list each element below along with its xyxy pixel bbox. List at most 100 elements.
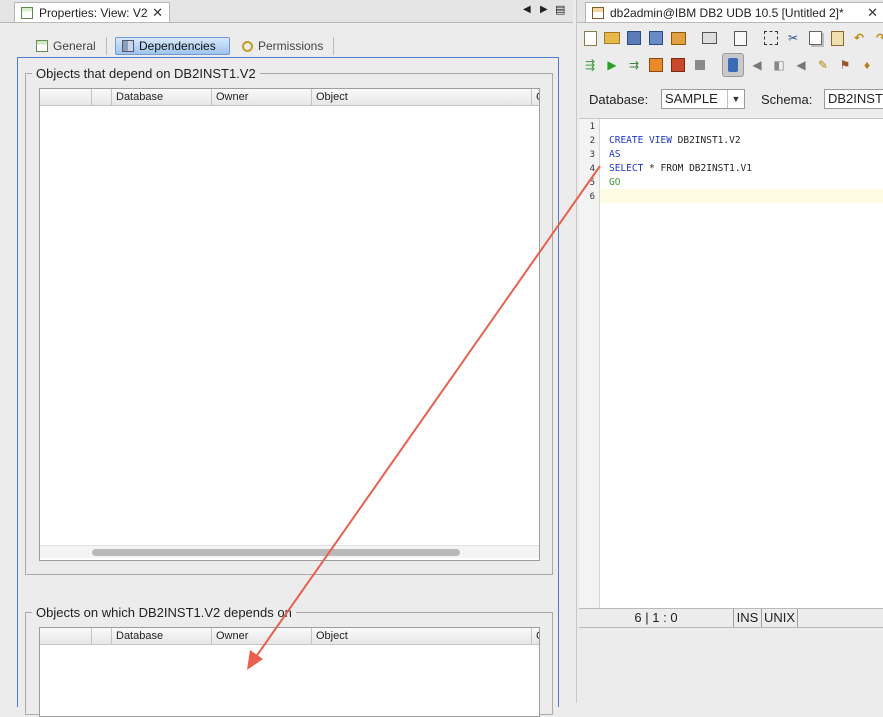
subtab-bar: General Dependencies Permissions bbox=[22, 36, 334, 56]
column-header-database[interactable]: Database bbox=[111, 628, 211, 644]
properties-tab-title: Properties: View: V2 bbox=[39, 5, 148, 20]
column-header-owner[interactable]: Owner bbox=[211, 628, 311, 644]
schema-select[interactable]: DB2INST bbox=[824, 89, 883, 109]
tab-list-menu-icon[interactable]: ▤ bbox=[555, 3, 565, 16]
schema-label: Schema: bbox=[761, 92, 813, 107]
chevron-down-icon[interactable]: ▼ bbox=[727, 90, 744, 108]
column-header-database[interactable]: Database bbox=[111, 89, 211, 105]
tab-dependencies-label: Dependencies bbox=[139, 39, 216, 53]
close-icon[interactable]: ✕ bbox=[867, 5, 878, 21]
column-header-object[interactable]: Object bbox=[311, 628, 531, 644]
sql-editor-pane: db2admin@IBM DB2 UDB 10.5 [Untitled 2]* … bbox=[576, 0, 883, 703]
scrollbar-thumb[interactable] bbox=[92, 549, 460, 556]
line-number: 3 bbox=[589, 150, 595, 160]
dependencies-table[interactable]: Database Owner Object C bbox=[39, 627, 540, 717]
dependents-table-header: Database Owner Object C bbox=[40, 89, 539, 106]
save-icon[interactable] bbox=[625, 29, 643, 47]
editor-toolbar-top: ✂ ↶ ↷ bbox=[577, 24, 883, 52]
cut-icon[interactable]: ✂ bbox=[784, 29, 802, 47]
column-header-blank bbox=[91, 628, 111, 644]
column-header-blank[interactable] bbox=[40, 89, 91, 105]
save-all-icon[interactable] bbox=[669, 29, 687, 47]
document-icon[interactable] bbox=[731, 29, 749, 47]
key-icon bbox=[242, 40, 253, 52]
explain-plan-icon[interactable] bbox=[647, 56, 665, 74]
database-select[interactable]: SAMPLE ▼ bbox=[661, 89, 745, 109]
save-as-icon[interactable] bbox=[647, 29, 665, 47]
current-line-highlight bbox=[600, 189, 883, 203]
editor-toolbar-bottom: ⇶ ▶ ⇉ ◀ ◧ ◀ ✎ ⚑ ♦ bbox=[577, 51, 883, 79]
bookmark-prev-icon[interactable]: ◀ bbox=[748, 56, 766, 74]
auto-commit-toggle-icon[interactable] bbox=[722, 53, 744, 77]
column-header-blank bbox=[91, 89, 111, 105]
database-label: Database: bbox=[589, 92, 649, 107]
tab-prev-icon[interactable]: ◀ bbox=[523, 4, 531, 15]
sql-editor-icon bbox=[592, 6, 604, 19]
column-header-object[interactable]: Object bbox=[311, 89, 531, 105]
undo-icon[interactable]: ↶ bbox=[850, 29, 868, 47]
horizontal-scrollbar[interactable] bbox=[40, 545, 539, 558]
execute-all-icon[interactable]: ⇶ bbox=[581, 56, 599, 74]
format-sql-icon[interactable]: ✎ bbox=[814, 56, 832, 74]
stop-icon[interactable] bbox=[691, 56, 709, 74]
close-icon[interactable]: ✕ bbox=[152, 5, 163, 21]
tab-next-icon[interactable]: ▶ bbox=[540, 4, 548, 15]
line-number: 2 bbox=[589, 136, 595, 146]
tab-permissions[interactable]: Permissions bbox=[236, 37, 334, 55]
code-line: SELECT * FROM DB2INST1.V1 bbox=[609, 163, 752, 174]
sql-keyword-go: GO bbox=[609, 177, 621, 188]
database-select-value: SAMPLE bbox=[665, 91, 718, 106]
line-number: 4 bbox=[589, 164, 595, 174]
print-icon[interactable] bbox=[700, 29, 718, 47]
schema-select-value: DB2INST bbox=[828, 91, 883, 106]
redo-icon[interactable]: ↷ bbox=[872, 29, 883, 47]
new-file-icon[interactable] bbox=[581, 29, 599, 47]
sql-keyword: CREATE VIEW bbox=[609, 135, 672, 146]
line-number: 1 bbox=[589, 122, 595, 132]
properties-pane: Properties: View: V2 ✕ ◀ ▶ ▤ General Dep… bbox=[0, 0, 573, 717]
paste-icon[interactable] bbox=[828, 29, 846, 47]
bookmark-next-icon[interactable]: ◀ bbox=[792, 56, 810, 74]
sql-editor-tab[interactable]: db2admin@IBM DB2 UDB 10.5 [Untitled 2]* … bbox=[585, 2, 883, 22]
properties-table-icon bbox=[21, 6, 33, 19]
tab-general-label: General bbox=[53, 39, 96, 53]
sql-keyword: SELECT bbox=[609, 163, 644, 174]
execute-step-icon[interactable]: ⇉ bbox=[625, 56, 643, 74]
tab-general[interactable]: General bbox=[30, 37, 107, 55]
column-header-owner[interactable]: Owner bbox=[211, 89, 311, 105]
select-all-icon[interactable] bbox=[762, 29, 780, 47]
tab-permissions-label: Permissions bbox=[258, 39, 324, 53]
code-line: GO bbox=[609, 177, 620, 188]
bookmark-icon[interactable]: ◧ bbox=[770, 56, 788, 74]
properties-tab[interactable]: Properties: View: V2 ✕ bbox=[14, 2, 170, 22]
table-icon bbox=[36, 40, 48, 52]
tab-dependencies[interactable]: Dependencies bbox=[115, 37, 230, 55]
editor-status-bar: 6 | 1 : 0 INS UNIX bbox=[579, 608, 883, 628]
sql-editor-tab-title: db2admin@IBM DB2 UDB 10.5 [Untitled 2]* bbox=[610, 5, 844, 20]
sql-text: DB2INST1.V2 bbox=[671, 135, 741, 146]
column-header-blank[interactable] bbox=[40, 628, 91, 644]
dependencies-group-title: Objects on which DB2INST1.V2 depends on bbox=[36, 605, 292, 620]
insert-mode: INS bbox=[734, 609, 762, 627]
dependents-table[interactable]: Database Owner Object C bbox=[39, 88, 540, 561]
line-number: 6 bbox=[589, 192, 595, 202]
column-header-truncated[interactable]: C bbox=[531, 628, 539, 644]
line-ending-mode: UNIX bbox=[762, 609, 798, 627]
open-folder-icon[interactable] bbox=[603, 29, 621, 47]
dependencies-icon bbox=[122, 40, 134, 52]
code-line: AS bbox=[609, 149, 620, 160]
sql-keyword: AS bbox=[609, 149, 621, 160]
cursor-position: 6 | 1 : 0 bbox=[579, 609, 734, 627]
line-number: 5 bbox=[589, 178, 595, 188]
history-icon[interactable]: ⚑ bbox=[836, 56, 854, 74]
results-grid-icon[interactable] bbox=[669, 56, 687, 74]
execute-icon[interactable]: ▶ bbox=[603, 56, 621, 74]
column-header-truncated[interactable]: C bbox=[531, 89, 539, 105]
parameters-icon[interactable]: ♦ bbox=[858, 56, 876, 74]
copy-icon[interactable] bbox=[806, 29, 824, 47]
code-line: CREATE VIEW DB2INST1.V2 bbox=[609, 135, 741, 146]
dependencies-table-header: Database Owner Object C bbox=[40, 628, 539, 645]
sql-text-area[interactable]: 1 2 3 4 5 6 CREATE VIEW DB2INST1.V2 AS S… bbox=[579, 118, 883, 609]
sql-text: * FROM DB2INST1.V1 bbox=[643, 163, 752, 174]
dependents-group-title: Objects that depend on DB2INST1.V2 bbox=[36, 66, 256, 81]
